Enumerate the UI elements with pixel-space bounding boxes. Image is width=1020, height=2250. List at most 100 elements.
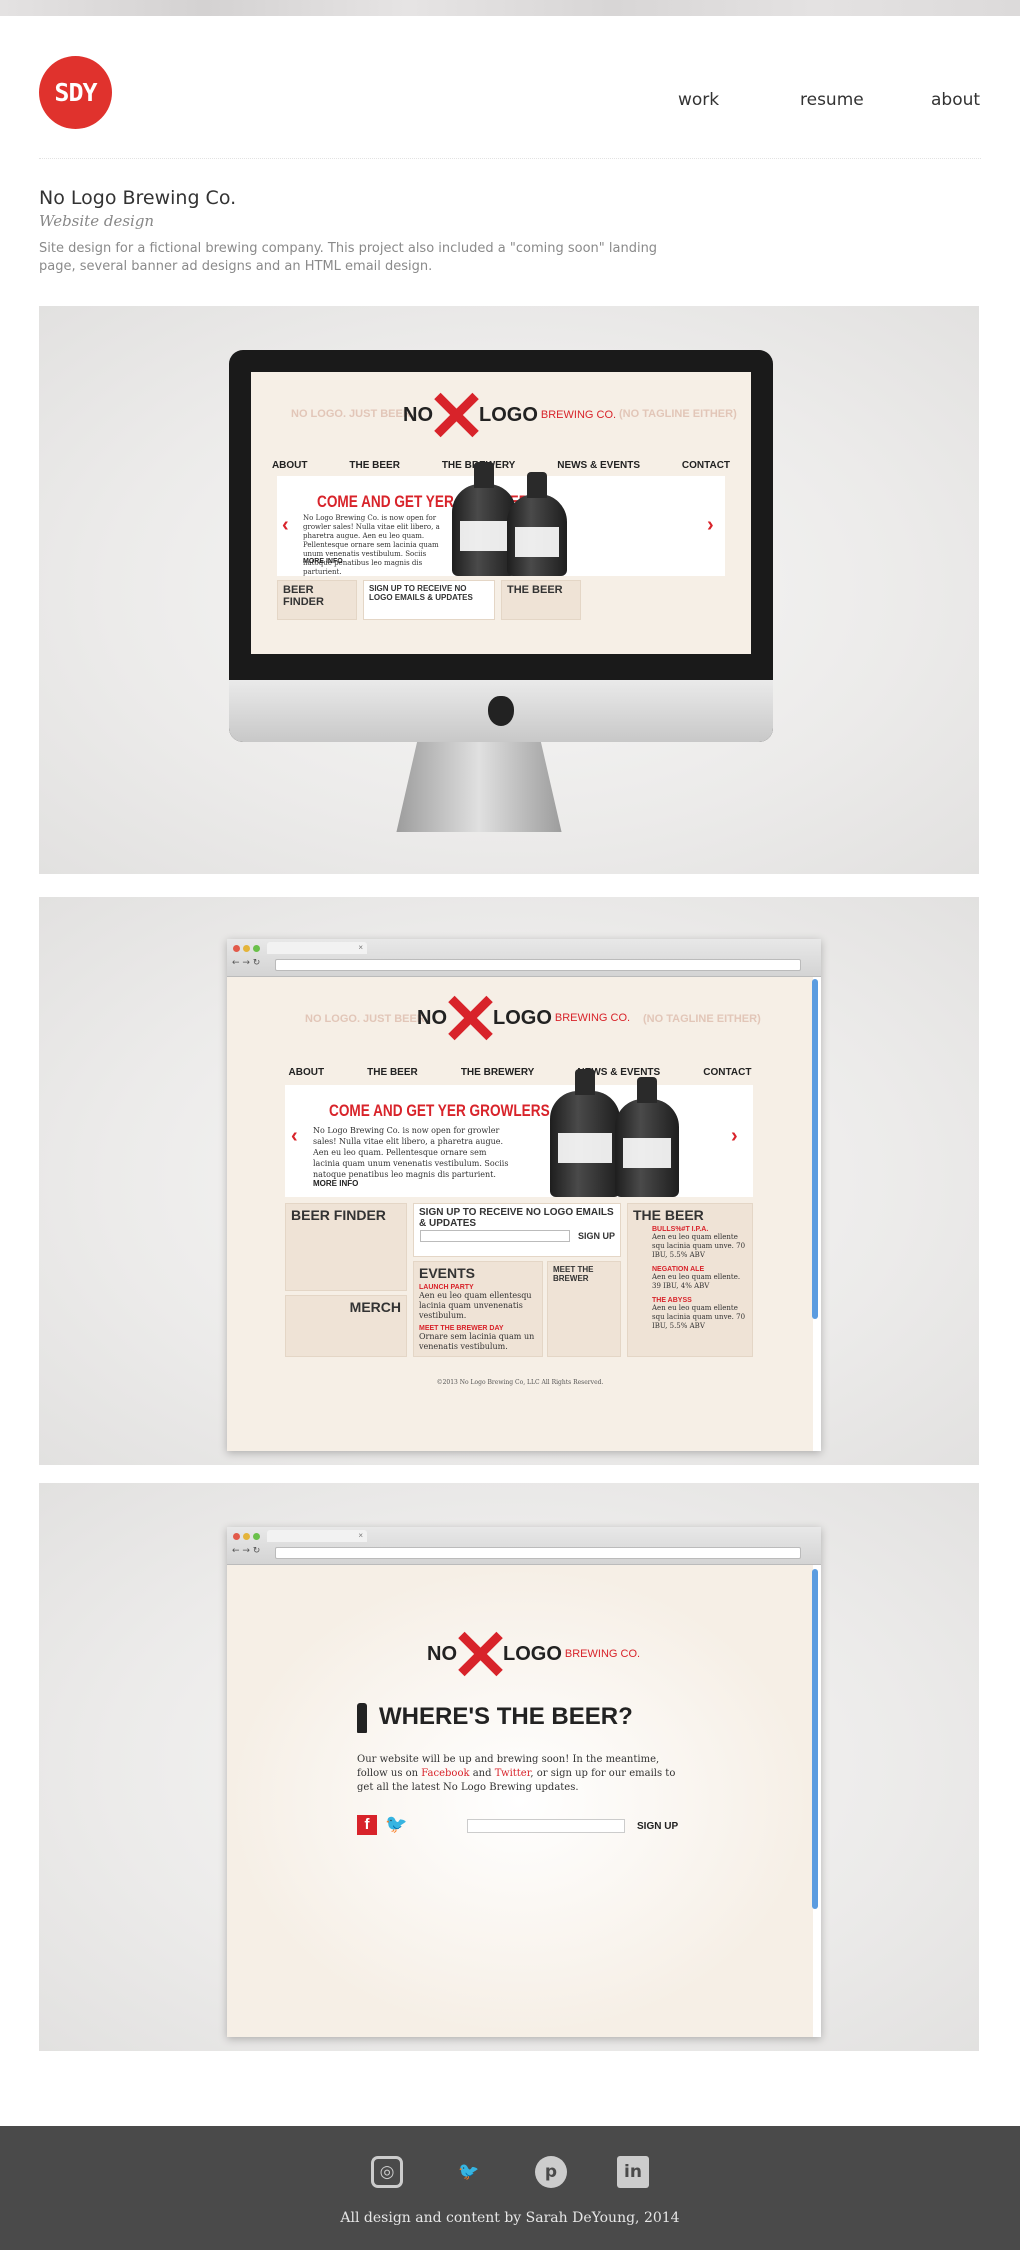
hero-text: No Logo Brewing Co. is now open for grow… (313, 1126, 509, 1179)
browser-window: × ← → ↻ NO LOGO. JUST BEER. NO LOGO BREWIN… (227, 939, 821, 1451)
beer1-text: Aen eu leo quam ellente squ lacinia quam… (652, 1233, 746, 1259)
more-info-link[interactable]: MORE INFO (313, 1179, 358, 1188)
hero-banner: ‹ COME AND GET YER GROWLERS No Logo Brew… (277, 462, 725, 576)
mock-nav-about[interactable]: ABOUT (289, 1067, 325, 1078)
website-full: NO LOGO. JUST BEER. NO LOGO BREWING CO. (N… (227, 977, 813, 1451)
merch-title: MERCH (349, 1299, 401, 1315)
merch-box[interactable]: MERCH (285, 1295, 407, 1357)
brand-co: BREWING CO. (564, 1647, 641, 1660)
tagline-right: (NO TAGLINE EITHER) (643, 1013, 761, 1025)
nav-about[interactable]: about (931, 90, 980, 110)
growler-image (550, 1069, 620, 1197)
mock-nav-contact[interactable]: CONTACT (682, 460, 730, 471)
brand-logo: NO LOGO BREWING CO. (403, 392, 616, 438)
twitter-icon[interactable]: 🐦 (453, 2156, 485, 2188)
prev-arrow-icon[interactable]: ‹ (291, 1125, 298, 1148)
beer-finder-title: BEER FINDER (283, 584, 324, 608)
landing-showcase: × ← → ↻ NO LOGO BREWING CO. WHERE'S THE BE… (39, 1483, 979, 2051)
event1-text: Aen eu leo quam ellentesqu lacinia quam … (419, 1291, 532, 1320)
pinterest-icon[interactable]: p (535, 2156, 567, 2188)
hero-text: No Logo Brewing Co. is now open for grow… (303, 514, 440, 576)
brand-logo: NO LOGO BREWING CO. (417, 995, 630, 1041)
scrollbar[interactable] (812, 1569, 818, 1909)
facebook-icon[interactable]: f (357, 1815, 377, 1835)
browser-window: × ← → ↻ NO LOGO BREWING CO. WHERE'S THE BE… (227, 1527, 821, 2037)
window-controls[interactable] (233, 1533, 260, 1540)
copyright: ©2013 No Logo Brewing Co, LLC All Rights… (436, 1379, 604, 1386)
beer3-title[interactable]: THE ABYSS (652, 1297, 747, 1304)
facebook-link[interactable]: Facebook (421, 1768, 469, 1779)
header: SDY work resume about (0, 16, 1020, 158)
signup-button[interactable]: SIGN UP (578, 1231, 615, 1241)
beer1-title[interactable]: BULLS%#T I.P.A. (652, 1226, 747, 1233)
address-bar[interactable] (275, 1547, 801, 1559)
beer2-title[interactable]: NEGATION ALE (652, 1266, 747, 1273)
beer-finder-box[interactable]: BEER FINDER (277, 580, 357, 620)
twitter-icon[interactable]: 🐦 (385, 1815, 407, 1835)
mock-nav-news[interactable]: NEWS & EVENTS (557, 460, 640, 471)
twitter-link[interactable]: Twitter (495, 1768, 531, 1779)
event2-text: Ornare sem lacinia quam un venenatis ves… (419, 1332, 535, 1351)
landing-email-input[interactable] (467, 1819, 625, 1833)
imac-showcase: NO LOGO. JUST BEER. NO LOGO BREWING CO. (N… (39, 306, 979, 874)
signup-box: SIGN UP TO RECEIVE NO LOGO EMAILS & UPDA… (363, 580, 495, 620)
brand-co: BREWING CO. (540, 408, 617, 421)
browser-nav-icons[interactable]: ← → ↻ (232, 1546, 260, 1556)
the-beer-title: THE BEER (633, 1207, 704, 1223)
browser-tab[interactable]: × (267, 942, 367, 954)
mock-nav: ABOUTTHE BEERTHE BREWERYNEWS & EVENTSCON… (251, 460, 751, 471)
brand-logo-text: LOGO (493, 1006, 552, 1029)
the-beer-box: THE BEER (501, 580, 581, 620)
imac-chin (229, 680, 773, 742)
the-beer-title: THE BEER (507, 584, 563, 596)
scrollbar[interactable] (812, 979, 818, 1319)
brand-logo: NO LOGO BREWING CO. (427, 1631, 640, 1677)
window-controls[interactable] (233, 945, 260, 952)
linkedin-icon[interactable]: in (617, 2156, 649, 2188)
brand-logo-text: LOGO (479, 403, 538, 426)
landing-signup-button[interactable]: SIGN UP (637, 1821, 678, 1832)
website-screen: NO LOGO. JUST BEER. NO LOGO BREWING CO. (N… (251, 372, 751, 654)
nav-work[interactable]: work (678, 90, 719, 110)
instagram-icon[interactable]: ◎ (371, 2156, 403, 2188)
mock-nav-about[interactable]: ABOUT (272, 460, 308, 471)
landing-text: Our website will be up and brewing soon!… (357, 1753, 687, 1795)
brand-no: NO (427, 1642, 457, 1665)
mock-nav-beer[interactable]: THE BEER (349, 460, 400, 471)
brand-no: NO (403, 403, 433, 426)
project-title: No Logo Brewing Co. (39, 187, 237, 209)
x-mark-icon (457, 1631, 503, 1677)
meet-brewer-title: MEET THE BREWER (553, 1265, 594, 1283)
growler-image (615, 1077, 679, 1197)
social-icons: ◎ 🐦 p in (0, 2156, 1020, 2188)
event1-title[interactable]: LAUNCH PARTY (419, 1284, 537, 1291)
nav-resume[interactable]: resume (800, 90, 864, 110)
tagline-left: NO LOGO. JUST BEER. (291, 408, 414, 420)
x-mark-icon (447, 995, 493, 1041)
browser-nav-icons[interactable]: ← → ↻ (232, 958, 260, 968)
next-arrow-icon[interactable]: › (731, 1125, 738, 1148)
bottle-icon (357, 1703, 367, 1733)
sdy-logo[interactable]: SDY (39, 56, 112, 129)
event2-title[interactable]: MEET THE BREWER DAY (419, 1325, 537, 1332)
hero-title: COME AND GET YER GROWLERS (329, 1101, 550, 1120)
meet-brewer-box[interactable]: MEET THE BREWER (547, 1261, 621, 1357)
mock-nav-contact[interactable]: CONTACT (703, 1067, 751, 1078)
mock-nav-beer[interactable]: THE BEER (367, 1067, 418, 1078)
signup-email-input[interactable] (420, 1230, 570, 1242)
footer: ◎ 🐦 p in All design and content by Sarah… (0, 2126, 1020, 2250)
brand-logo-text: LOGO (503, 1642, 562, 1665)
apple-logo-icon (488, 696, 514, 726)
mock-nav-brewery[interactable]: THE BREWERY (461, 1067, 535, 1078)
next-arrow-icon[interactable]: › (707, 514, 714, 537)
landing-heading: WHERE'S THE BEER? (379, 1703, 633, 1730)
address-bar[interactable] (275, 959, 801, 971)
brand-co: BREWING CO. (554, 1011, 631, 1024)
mock-nav: ABOUTTHE BEERTHE BREWERYNEWS & EVENTSCON… (227, 1067, 813, 1078)
beer-finder-box[interactable]: BEER FINDER (285, 1203, 407, 1291)
hero-banner: ‹ COME AND GET YER GROWLERS No Logo Brew… (285, 1069, 753, 1197)
prev-arrow-icon[interactable]: ‹ (282, 514, 289, 537)
tagline-right: (NO TAGLINE EITHER) (619, 408, 737, 420)
more-info-link[interactable]: MORE INFO (303, 558, 343, 565)
browser-tab[interactable]: × (267, 1530, 367, 1542)
